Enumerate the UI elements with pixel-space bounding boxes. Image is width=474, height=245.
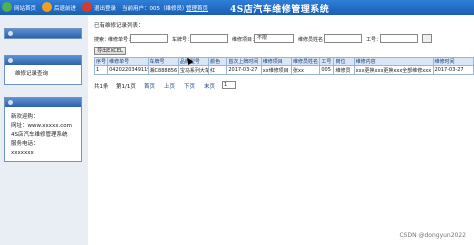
panel-dot-icon — [8, 58, 13, 63]
logout-link[interactable]: 退出登录 — [94, 4, 116, 12]
column-header: 车牌号 — [147, 57, 179, 66]
table-row[interactable]: 1 04202203491192 湘C888856 宝马系列大车 红 2017-… — [93, 65, 474, 75]
sidebar-panel-3-header[interactable] — [5, 98, 81, 107]
back-icon[interactable] — [42, 2, 52, 12]
plate-label: 车牌号： — [172, 37, 193, 43]
table-cell: 宝马系列大车 — [177, 65, 210, 75]
repair-table: 序号 维修单号 车牌号 品牌型号 颜色 首次上牌时间 维修项目 维修员姓名 工号… — [93, 57, 474, 75]
total-count: 共1条 — [94, 84, 109, 90]
repair-no-input[interactable] — [130, 34, 168, 43]
manage-home-link[interactable]: 管理首页 — [186, 4, 208, 12]
column-header: 维修单号 — [107, 57, 149, 66]
plate-input[interactable] — [190, 34, 228, 43]
news-line: 新欢迎购： — [11, 114, 39, 120]
current-user-label: 当前用户：005（维修员） — [122, 6, 188, 12]
staff-input[interactable] — [324, 34, 362, 43]
export-excel-button[interactable]: 导出EXCEL — [94, 47, 126, 55]
column-header: 序号 — [93, 57, 109, 66]
sidebar-panel-news: 新欢迎购： 网址：www.xxxxx.com 4S店汽车维修管理系统 服务电话：… — [4, 97, 82, 162]
search-label: 搜索： — [94, 37, 110, 43]
sidebar-panel-2: 维修记录查询 — [4, 55, 82, 85]
column-header: 首次上牌时间 — [226, 57, 262, 66]
workno-input[interactable] — [380, 34, 418, 43]
logout-icon[interactable] — [82, 2, 92, 12]
pagination: 共1条 第1/1页 首页 上页 下页 末页 1 — [94, 81, 474, 91]
column-header: 工号 — [319, 57, 335, 66]
panel-dot-icon — [8, 100, 13, 105]
sidebar-item-repair-query[interactable]: 维修记录查询 — [11, 68, 75, 81]
home-icon[interactable] — [2, 2, 12, 12]
sidebar-panel-1 — [4, 28, 82, 39]
top-bar: 网站首页 后退前进 退出登录 当前用户：005（维修员） 管理首页 4S店汽车维… — [0, 0, 474, 15]
page-title: 已有维修记录列表： — [94, 23, 144, 29]
item-select[interactable]: 不限 — [254, 34, 294, 43]
news-line: xxxxxxx — [11, 150, 34, 156]
home-link[interactable]: 网站首页 — [14, 4, 36, 12]
prev-page-link[interactable]: 上页 — [164, 82, 175, 90]
table-cell: 2017-03-27 — [226, 65, 262, 75]
filter-bar: 搜索： 维修单号： 车牌号： 维修项目： 不限 维修员姓名： 工号： — [94, 34, 474, 44]
column-header: 维修内容 — [353, 57, 434, 66]
sidebar: 维修记录查询 新欢迎购： 网址：www.xxxxx.com 4S店汽车维修管理系… — [0, 15, 88, 245]
next-page-link[interactable]: 下页 — [184, 82, 195, 90]
page-jump-select[interactable]: 1 — [222, 81, 236, 89]
table-cell: 1 — [93, 65, 109, 75]
table-cell: 04202203491192 — [107, 65, 149, 75]
column-header: 维修员姓名 — [291, 57, 321, 66]
first-page-link[interactable]: 首页 — [144, 82, 155, 90]
column-header: 颜色 — [208, 57, 228, 66]
news-line: 服务电话： — [11, 141, 39, 147]
watermark: CSDN @dongyun2022 — [399, 232, 466, 239]
table-cell: 2017-03-27 — [432, 65, 474, 75]
table-cell: 张xx — [291, 65, 321, 75]
workno-label: 工号： — [366, 37, 382, 43]
page-indicator: 第1/1页 — [116, 84, 136, 90]
table-cell: xx维修项目 — [260, 65, 293, 75]
back-forward-link[interactable]: 后退前进 — [54, 4, 76, 12]
table-cell: 005 — [319, 65, 335, 75]
column-header: 维修项目 — [260, 57, 293, 66]
app-title: 4S店汽车维修管理系统 — [230, 5, 330, 15]
sidebar-panel-1-header[interactable] — [5, 29, 81, 38]
column-header: 岗位 — [333, 57, 355, 66]
table-cell: 红 — [208, 65, 228, 75]
table-cell: 湘C888856 — [147, 65, 179, 75]
news-line: 网址：www.xxxxx.com — [11, 123, 73, 129]
table-cell: 维修员 — [333, 65, 355, 75]
last-page-link[interactable]: 末页 — [204, 82, 215, 90]
column-header: 维修时间 — [432, 57, 474, 66]
search-button[interactable] — [422, 34, 432, 43]
table-cell: xxx更换xxx更换xxx全部维修xxx — [353, 65, 434, 75]
news-line: 4S店汽车维修管理系统 — [11, 132, 68, 138]
sidebar-panel-2-header[interactable] — [5, 56, 81, 65]
table-header-row: 序号 维修单号 车牌号 品牌型号 颜色 首次上牌时间 维修项目 维修员姓名 工号… — [93, 57, 474, 66]
panel-dot-icon — [8, 31, 13, 36]
